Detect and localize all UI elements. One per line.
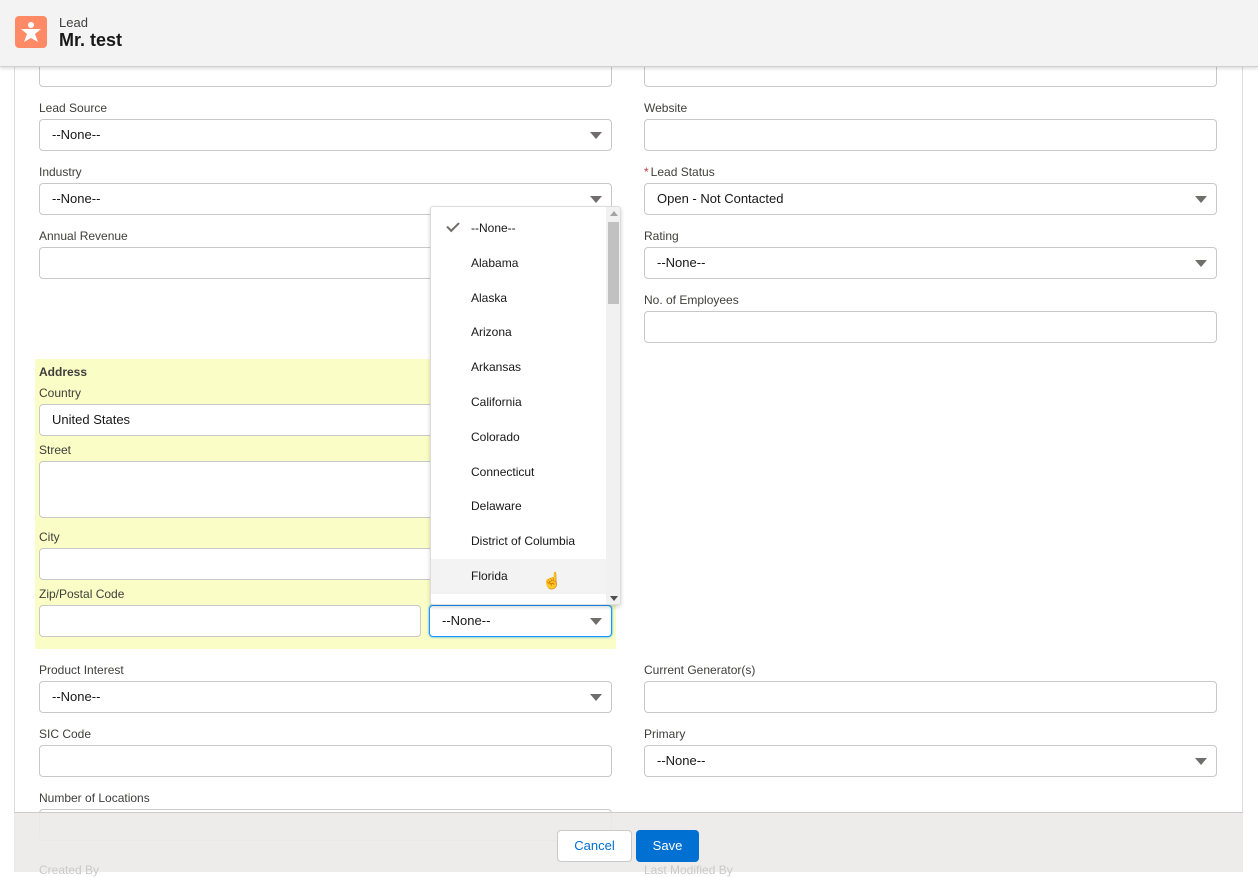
state-option-label: Alabama bbox=[471, 255, 519, 270]
save-button[interactable]: Save bbox=[636, 830, 699, 862]
state-option[interactable]: Delaware bbox=[431, 489, 606, 524]
dropdown-scrollbar[interactable] bbox=[606, 207, 620, 604]
industry-label: Industry bbox=[39, 165, 82, 179]
state-option-label: California bbox=[471, 395, 522, 409]
state-option[interactable]: California bbox=[431, 385, 606, 420]
country-label: Country bbox=[39, 386, 82, 400]
city-label: City bbox=[39, 530, 60, 544]
state-option[interactable]: Connecticut bbox=[431, 455, 606, 490]
address-title: Address bbox=[39, 365, 88, 379]
state-option-label: Arkansas bbox=[471, 360, 522, 375]
state-option-label: Connecticut bbox=[471, 464, 535, 479]
scrollbar-thumb[interactable] bbox=[608, 222, 619, 304]
scroll-up-icon[interactable] bbox=[610, 211, 618, 216]
annual-revenue-label: Annual Revenue bbox=[39, 229, 128, 243]
state-option[interactable]: Alaska bbox=[431, 281, 606, 316]
lead-source-select[interactable]: --None-- bbox=[39, 119, 612, 151]
sic-code-label: SIC Code bbox=[39, 727, 92, 741]
state-option[interactable]: Arizona bbox=[431, 315, 606, 350]
lead-source-label: Lead Source bbox=[39, 101, 108, 115]
state-option[interactable]: Alabama bbox=[431, 246, 606, 281]
primary-label: Primary bbox=[644, 727, 686, 741]
scroll-down-icon[interactable] bbox=[610, 596, 618, 601]
product-interest-label: Product Interest bbox=[39, 663, 124, 677]
rating-label: Rating bbox=[644, 229, 679, 243]
state-option[interactable]: Florida bbox=[431, 559, 606, 594]
zip-label: Zip/Postal Code bbox=[39, 587, 125, 601]
website-input[interactable] bbox=[644, 119, 1217, 151]
current-generators-input[interactable] bbox=[644, 681, 1217, 713]
last-modified-by-label: Last Modified By bbox=[644, 863, 733, 877]
cancel-button[interactable]: Cancel bbox=[557, 830, 632, 862]
state-option-label: District of Columbia bbox=[471, 534, 576, 549]
state-option-label: Delaware bbox=[471, 499, 522, 514]
primary-select[interactable]: --None-- bbox=[644, 745, 1217, 777]
state-option-label: Colorado bbox=[471, 429, 520, 444]
current-generators-label: Current Generator(s) bbox=[644, 663, 756, 677]
website-label: Website bbox=[644, 101, 688, 115]
form-footer: Created By Last Modified By Cancel Save bbox=[14, 812, 1243, 877]
object-type: Lead bbox=[59, 15, 88, 30]
state-select[interactable]: --None-- bbox=[429, 605, 612, 637]
hand-cursor-icon: ☝ bbox=[542, 573, 562, 590]
sic-code-input[interactable] bbox=[39, 745, 612, 777]
record-name: Mr. test bbox=[59, 30, 123, 50]
state-option[interactable]: District of Columbia bbox=[431, 524, 606, 559]
check-icon bbox=[446, 218, 460, 233]
state-option[interactable]: --None-- bbox=[431, 211, 606, 246]
rating-select[interactable]: --None-- bbox=[644, 247, 1217, 279]
street-label: Street bbox=[39, 443, 72, 457]
employees-label: No. of Employees bbox=[644, 293, 739, 307]
lead-status-label-text: Lead Status bbox=[650, 165, 715, 179]
created-by-label: Created By bbox=[39, 863, 100, 877]
state-option-label: Arizona bbox=[471, 325, 512, 340]
lead-status-select[interactable]: Open - Not Contacted bbox=[644, 183, 1217, 215]
lead-status-label: * Lead Status bbox=[644, 165, 715, 179]
num-locations-label: Number of Locations bbox=[39, 791, 150, 805]
employees-input[interactable] bbox=[644, 311, 1217, 343]
required-mark: * bbox=[644, 165, 649, 179]
product-interest-select[interactable]: --None-- bbox=[39, 681, 612, 713]
lead-icon bbox=[15, 16, 47, 48]
state-option-label: --None-- bbox=[471, 221, 516, 235]
record-header: Lead Mr. test bbox=[0, 0, 1258, 67]
state-dropdown-list: Florida District of Columbia Delaware Conne… bbox=[430, 206, 621, 605]
state-option[interactable]: Arkansas bbox=[431, 350, 606, 385]
state-option-label: Alaska bbox=[471, 290, 508, 305]
state-option[interactable]: Colorado bbox=[431, 420, 606, 455]
zip-input[interactable] bbox=[39, 605, 421, 637]
state-option-label: Florida bbox=[471, 569, 508, 583]
